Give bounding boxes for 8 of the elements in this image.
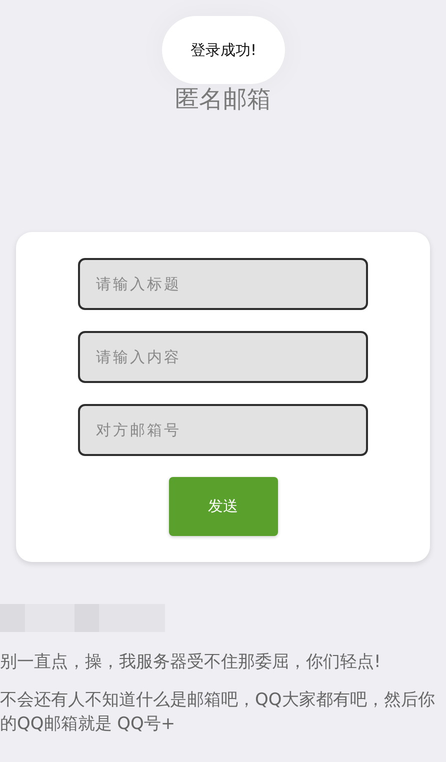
note-text: 别一直点，操，我服务器受不住那委屈，你们轻点! (0, 651, 382, 674)
input-field[interactable]: 请输入内容 (78, 331, 368, 383)
send-button[interactable]: 发送 (168, 477, 278, 536)
note-text: 不会还有人不知道什么是邮箱吧，QQ大家都有吧，然后你的QQ邮箱就是 QQ号+ (0, 689, 436, 736)
toast-message: 登录成功! (162, 16, 285, 84)
input-field[interactable]: 对方邮箱号 (78, 404, 368, 456)
input-field[interactable]: 请输入标题 (78, 258, 368, 310)
page-title: 匿名邮箱 (175, 84, 271, 115)
